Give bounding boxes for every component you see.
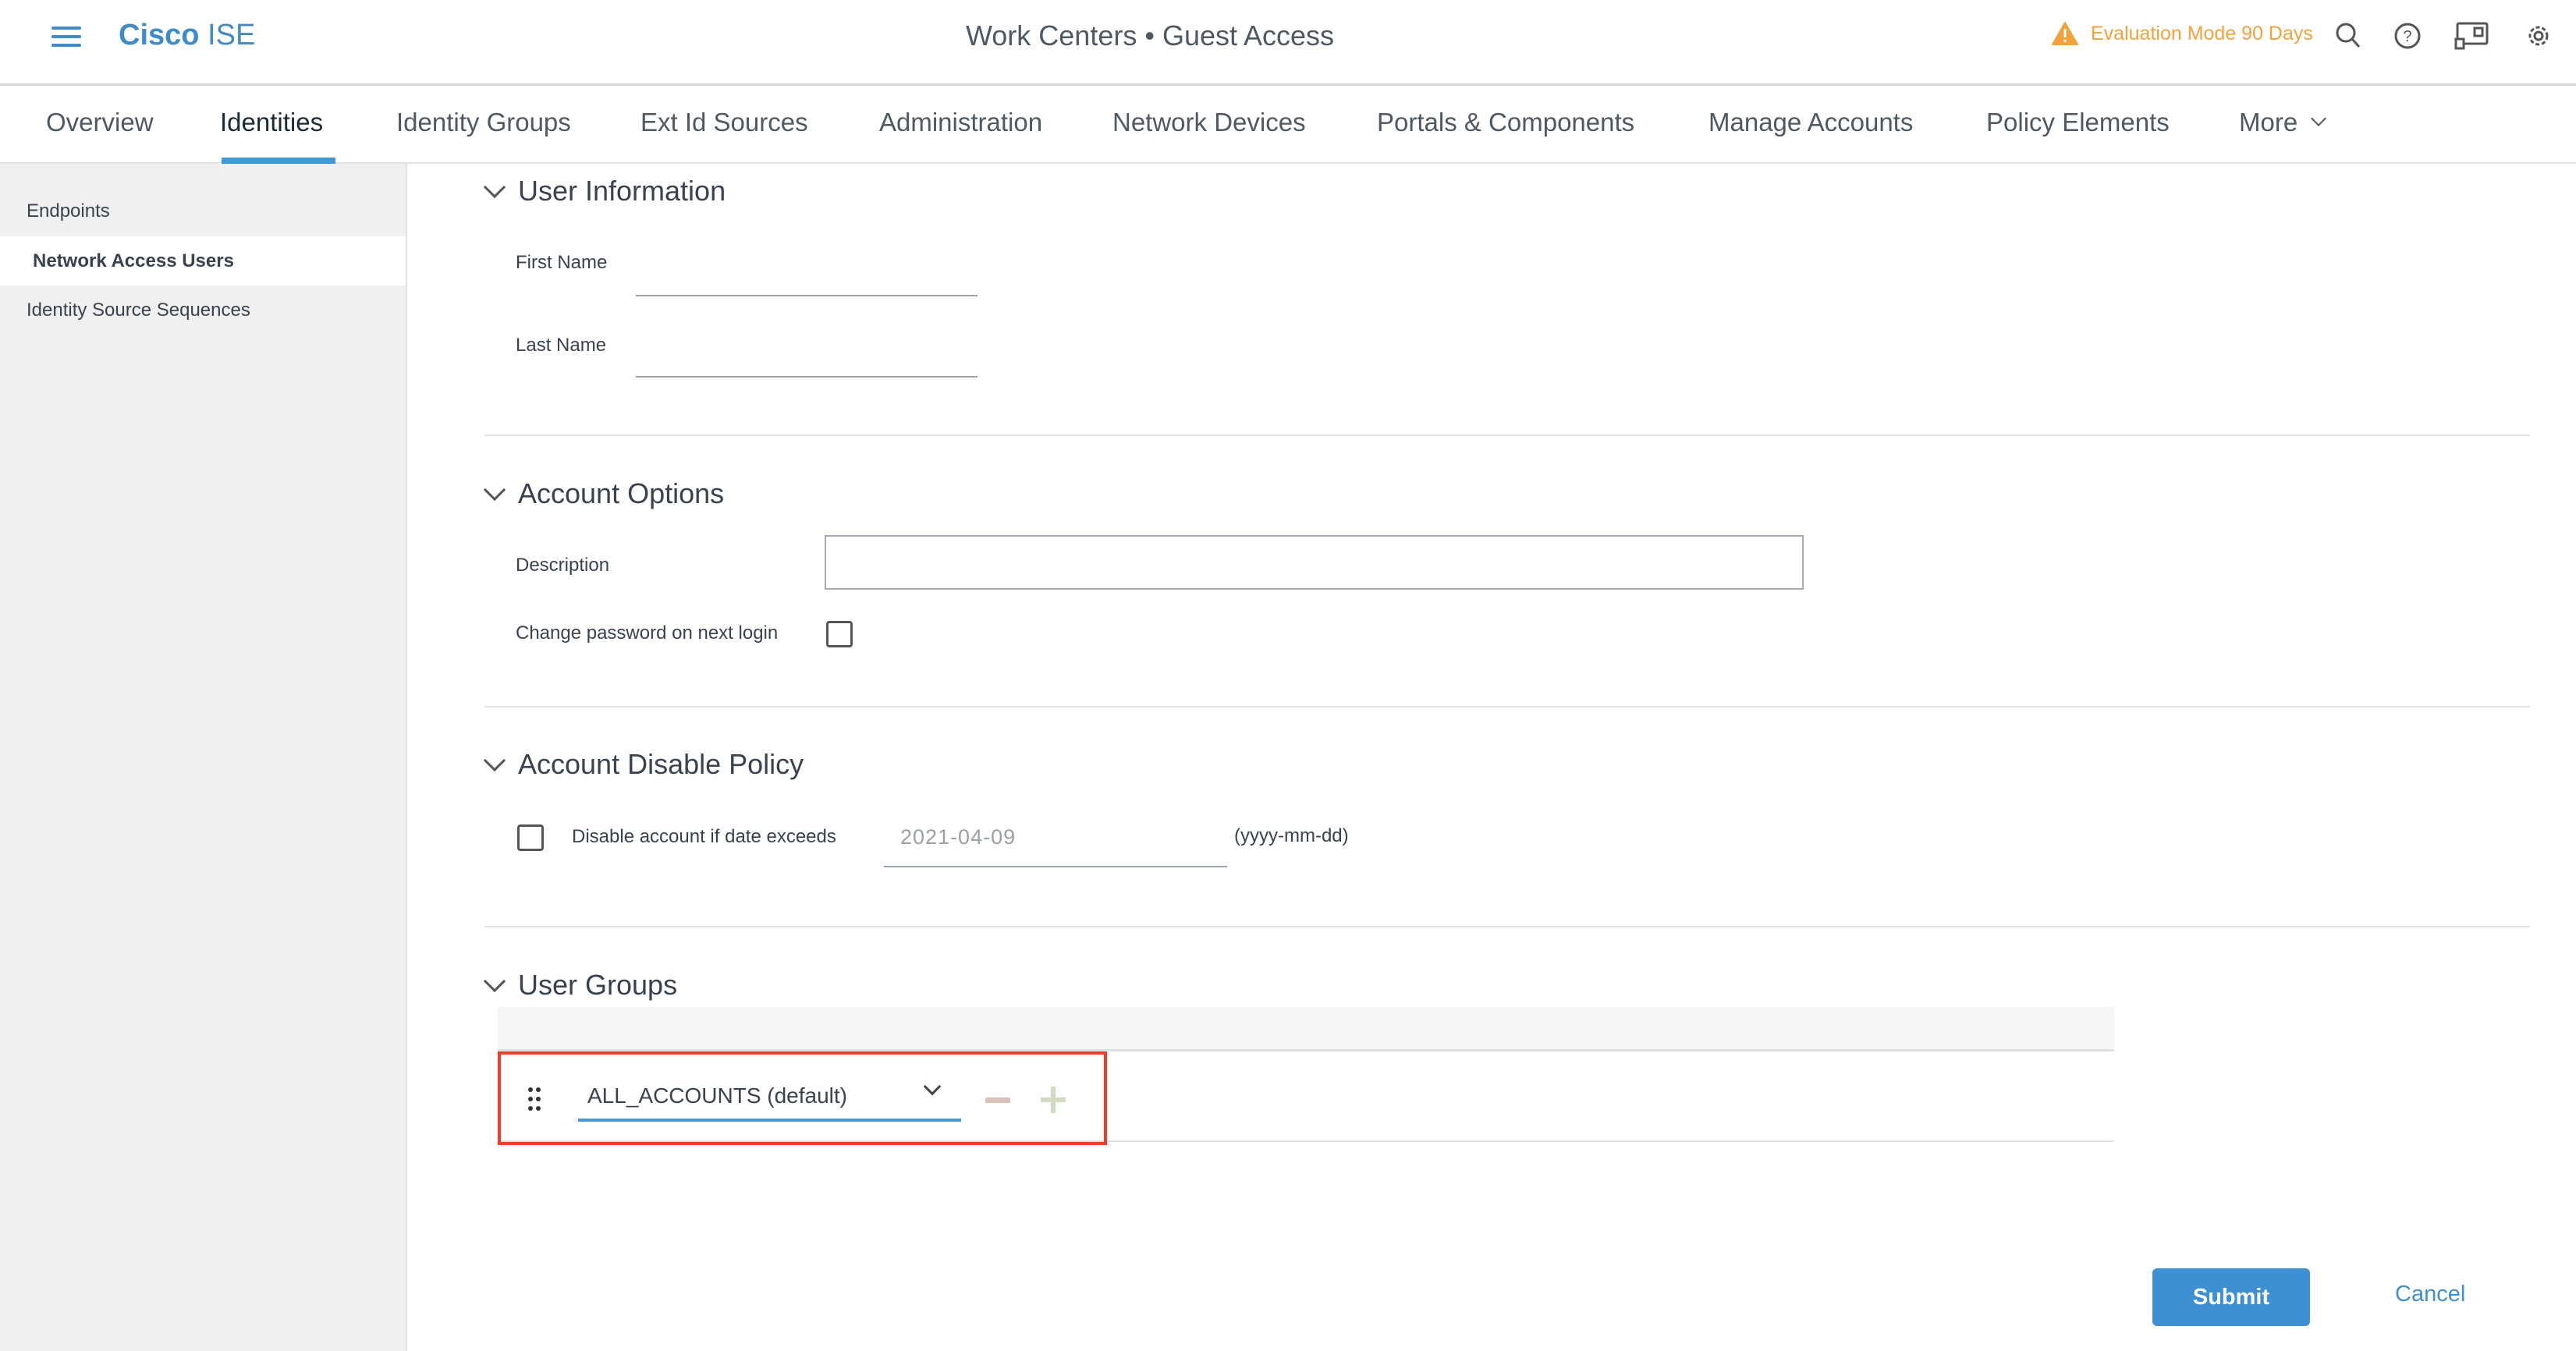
description-label: Description [516, 555, 610, 576]
change-password-checkbox[interactable] [826, 621, 853, 647]
chevron-down-icon [483, 176, 506, 199]
disable-account-label: Disable account if date exceeds [572, 826, 836, 847]
date-format-hint: (yyyy-mm-dd) [1234, 825, 1349, 846]
section-heading: User Groups [518, 969, 678, 1001]
user-group-select[interactable]: ALL_ACCOUNTS (default) [578, 1077, 961, 1122]
tab-manage-accounts[interactable]: Manage Accounts [1708, 108, 1913, 137]
submit-button[interactable]: Submit [2152, 1268, 2310, 1326]
disable-account-checkbox[interactable] [517, 824, 544, 851]
section-account-options[interactable]: Account Options [483, 477, 725, 510]
cancel-button[interactable]: Cancel [2395, 1282, 2465, 1307]
drag-handle-icon[interactable] [527, 1087, 541, 1112]
gear-icon[interactable] [2523, 20, 2554, 51]
active-tab-indicator [222, 158, 335, 164]
user-group-selected-value: ALL_ACCOUNTS (default) [587, 1083, 848, 1108]
tab-more-label: More [2239, 108, 2298, 137]
section-user-information[interactable]: User Information [483, 175, 726, 207]
search-icon[interactable] [2333, 20, 2364, 51]
help-icon[interactable]: ? [2392, 20, 2423, 51]
first-name-input[interactable] [636, 250, 978, 296]
user-groups-header-bar [498, 1007, 2114, 1051]
page-title: Work Centers • Guest Access [965, 20, 1335, 51]
divider [484, 706, 2530, 707]
chevron-down-icon [2311, 111, 2327, 126]
evaluation-notice[interactable]: Evaluation Mode 90 Days [2052, 22, 2313, 45]
tab-network-devices[interactable]: Network Devices [1112, 108, 1306, 137]
change-password-label: Change password on next login [516, 622, 779, 644]
last-name-label: Last Name [516, 335, 607, 356]
date-placeholder: 2021-04-09 [900, 825, 1017, 849]
first-name-label: First Name [516, 252, 608, 273]
section-account-disable-policy[interactable]: Account Disable Policy [483, 748, 804, 781]
tab-more[interactable]: More [2239, 108, 2327, 137]
tab-identities[interactable]: Identities [220, 108, 323, 137]
chevron-down-icon [483, 970, 506, 993]
tab-policy-elements[interactable]: Policy Elements [1986, 108, 2170, 137]
last-name-input[interactable] [636, 331, 978, 378]
section-heading: Account Options [518, 477, 725, 509]
tab-bar: Overview Identities Identity Groups Ext … [0, 86, 2576, 164]
divider [484, 926, 2530, 927]
section-heading: Account Disable Policy [518, 748, 804, 780]
sidebar: Endpoints Network Access Users Identity … [0, 164, 407, 1351]
disable-date-input[interactable]: 2021-04-09 [884, 819, 1227, 867]
chevron-down-icon [483, 749, 506, 772]
tab-portals-components[interactable]: Portals & Components [1377, 108, 1634, 137]
tab-administration[interactable]: Administration [879, 108, 1042, 137]
top-header: Cisco ISE Work Centers • Guest Access Ev… [0, 0, 2576, 86]
remove-group-button[interactable] [985, 1097, 1010, 1103]
tab-overview[interactable]: Overview [46, 108, 154, 137]
sidebar-item-network-access-users[interactable]: Network Access Users [0, 236, 406, 285]
tab-ext-id-sources[interactable]: Ext Id Sources [640, 108, 808, 137]
sidebar-item-identity-source-sequences[interactable]: Identity Source Sequences [0, 285, 406, 335]
svg-text:?: ? [2403, 28, 2411, 45]
tab-identity-groups[interactable]: Identity Groups [396, 108, 571, 137]
description-textarea[interactable] [825, 535, 1804, 590]
warning-icon [2052, 22, 2078, 45]
add-group-button[interactable] [1041, 1087, 1066, 1113]
evaluation-text: Evaluation Mode 90 Days [2091, 22, 2313, 44]
divider [484, 434, 2530, 436]
chevron-down-icon [923, 1077, 942, 1096]
sidebar-item-endpoints[interactable]: Endpoints [0, 186, 406, 236]
section-heading: User Information [518, 175, 726, 207]
workflow-icon[interactable] [2454, 20, 2489, 51]
section-user-groups[interactable]: User Groups [483, 969, 678, 1002]
chevron-down-icon [483, 478, 506, 502]
